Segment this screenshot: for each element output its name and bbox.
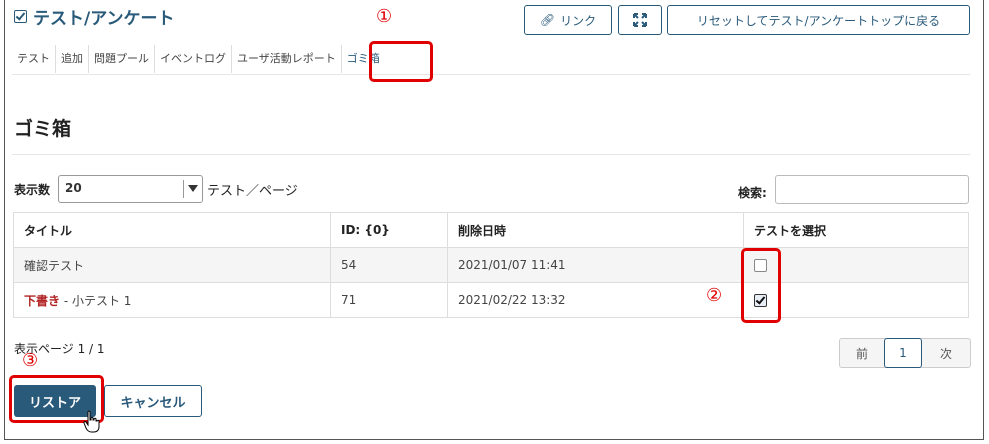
row-title: 確認テスト (13, 247, 331, 283)
page-header: テスト/アンケート (14, 4, 175, 29)
column-header-deleted-date[interactable]: 削除日時 (447, 212, 744, 248)
tab-event-log[interactable]: イベントログ (155, 45, 232, 73)
table-header-row: タイトル ID: {0} 削除日時 テストを選択 (13, 212, 969, 248)
tab-user-activity[interactable]: ユーザ活動レポート (232, 45, 342, 73)
page-title: テスト/アンケート (33, 9, 175, 29)
row-id: 54 (330, 247, 448, 283)
prev-page-button[interactable]: 前 (840, 339, 884, 367)
reset-top-button[interactable]: リセットしてテスト/アンケートトップに戻る (667, 5, 970, 35)
tab-bar: テスト 追加 問題プール イベントログ ユーザ活動レポート ゴミ箱 (12, 44, 385, 74)
draft-badge: 下書き (24, 293, 61, 308)
check-square-icon (14, 10, 27, 23)
table-row: 確認テスト 54 2021/01/07 11:41 (13, 247, 969, 283)
annotation-2: ② (706, 285, 723, 306)
cancel-button[interactable]: キャンセル (104, 385, 202, 417)
next-page-button[interactable]: 次 (922, 339, 970, 367)
expand-icon (633, 13, 647, 27)
search-label: 検索: (738, 186, 767, 200)
annotation-1: ① (376, 6, 393, 27)
tab-test[interactable]: テスト (12, 45, 56, 73)
hand-cursor-icon (83, 410, 100, 433)
link-icon: 🔗︎ (539, 13, 556, 27)
row-date: 2021/01/07 11:41 (447, 247, 744, 283)
column-header-select[interactable]: テストを選択 (743, 212, 969, 248)
per-page-select[interactable]: 20 (58, 175, 203, 203)
pagination: 前 1 次 (839, 338, 971, 368)
row-date: 2021/02/22 13:32 (447, 282, 744, 318)
column-header-id[interactable]: ID: {0} (330, 212, 448, 248)
page-1-button[interactable]: 1 (884, 338, 922, 368)
search-input[interactable] (775, 175, 969, 204)
highlight-box-checkboxes (741, 248, 781, 323)
tab-divider (12, 74, 970, 75)
fullscreen-button[interactable] (618, 5, 662, 35)
table-row: 下書き - 小テスト 1 71 2021/02/22 13:32 (13, 282, 969, 318)
tab-question-pool[interactable]: 問題プール (89, 45, 155, 73)
dropdown-arrow-icon (188, 185, 198, 192)
row-id: 71 (330, 282, 448, 318)
heading-divider (12, 154, 970, 155)
trash-table: タイトル ID: {0} 削除日時 テストを選択 確認テスト 54 2021/0… (13, 212, 969, 318)
section-heading: ゴミ箱 (14, 118, 72, 140)
tab-add[interactable]: 追加 (56, 45, 89, 73)
per-page-suffix: テスト／ページ (207, 184, 298, 199)
per-page-label: 表示数 (14, 183, 51, 197)
row-title: 下書き - 小テスト 1 (13, 282, 331, 318)
column-header-title[interactable]: タイトル (13, 212, 331, 248)
link-button[interactable]: 🔗︎ リンク (524, 5, 612, 35)
annotation-3: ③ (22, 350, 39, 371)
highlight-box-trash-tab (369, 41, 433, 82)
